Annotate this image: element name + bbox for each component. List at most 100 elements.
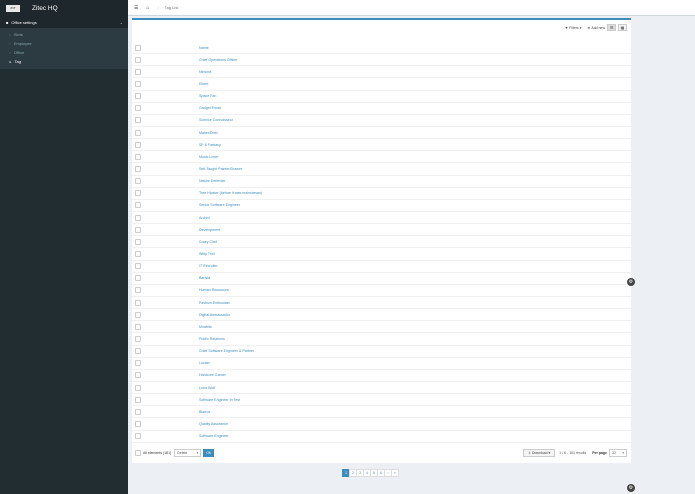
help-float-icon[interactable]: ⚙ (627, 484, 635, 492)
row-checkbox[interactable] (135, 311, 141, 318)
row-checkbox[interactable] (135, 372, 141, 379)
batch-ok-button[interactable]: OK (203, 449, 215, 457)
tag-name-link[interactable]: Science Connoisseur (199, 118, 233, 122)
tag-name-link[interactable]: Mirabila (199, 325, 212, 329)
row-checkbox[interactable] (135, 238, 141, 245)
sidebar-item-slots[interactable]: ○ Slots (0, 30, 128, 39)
row-checkbox[interactable] (135, 80, 141, 87)
home-icon[interactable]: ⌂ (146, 5, 149, 11)
tag-name-link[interactable]: Public Relations (199, 337, 225, 341)
tag-name-link[interactable]: Witty Troll (199, 252, 215, 256)
tag-name-link[interactable]: Archivi (199, 216, 210, 220)
tag-name-link[interactable]: Quality Assurance (199, 422, 228, 426)
download-icon: ⇩ (528, 451, 531, 455)
footer-right: ⇩ Download ▾ 1 / 6 - 181 results Per pag… (523, 449, 627, 457)
tag-name-link[interactable]: Chief Operations Officer (199, 58, 237, 62)
row-checkbox[interactable] (135, 287, 141, 294)
row-checkbox[interactable] (135, 129, 141, 136)
table-row: Self-Taught Painter/Drawer (132, 163, 631, 176)
row-checkbox[interactable] (135, 68, 141, 75)
select-all-checkbox[interactable] (135, 44, 141, 51)
row-checkbox[interactable] (135, 153, 141, 160)
batch-action-select[interactable]: Delete ▾ (174, 449, 202, 457)
tag-name-link[interactable]: Tree Hipster (before it was mainstream) (199, 191, 262, 195)
download-button[interactable]: ⇩ Download ▾ (523, 449, 556, 457)
table-row: Quality Assurance (132, 418, 631, 431)
tag-name-link[interactable]: Maker/Doer (199, 131, 218, 135)
tag-name-link[interactable]: Senior Software Engineer (199, 203, 240, 207)
per-page-select[interactable]: 32 ▾ (609, 449, 627, 457)
row-checkbox[interactable] (135, 420, 141, 427)
tag-name-link[interactable]: Software Engineer (199, 434, 229, 438)
row-checkbox[interactable] (135, 348, 141, 355)
row-checkbox[interactable] (135, 323, 141, 330)
row-checkbox[interactable] (135, 178, 141, 185)
box-tools: ▼ Filters ▾ ⊕ Add new ☰ ▦ (559, 24, 627, 31)
row-checkbox[interactable] (135, 214, 141, 221)
row-checkbox[interactable] (135, 226, 141, 233)
brand-name: Zitec HQ (32, 4, 58, 12)
page-last-button[interactable]: » (391, 469, 399, 477)
row-checkbox[interactable] (135, 165, 141, 172)
tag-name-link[interactable]: Luna Wolf (199, 386, 215, 390)
sidebar-menu-office-settings[interactable]: ■ Office settings ⌄ (0, 16, 128, 28)
table-row: Barista (132, 273, 631, 285)
row-checkbox[interactable] (135, 433, 141, 440)
table-row: Lucian (132, 358, 631, 370)
tag-name-link[interactable]: Digital Ambassador (199, 313, 230, 317)
tag-name-link[interactable]: Elbert (199, 82, 208, 86)
tag-name-link[interactable]: Chief Software Engineer & Partner (199, 349, 254, 353)
tag-name-link[interactable]: Gadget Freak (199, 106, 221, 110)
grid-view-button[interactable]: ▦ (618, 24, 627, 31)
row-checkbox[interactable] (135, 335, 141, 342)
tag-name-link[interactable]: Lucian (199, 361, 210, 365)
tag-name-link[interactable]: Fashion Enthusiast (199, 301, 230, 305)
row-checkbox[interactable] (135, 117, 141, 124)
table-row: Gadget Freak (132, 103, 631, 115)
row-checkbox[interactable] (135, 141, 141, 148)
sidebar-item-tag[interactable]: ➤ Tag (0, 57, 128, 66)
tag-name-link[interactable]: Human Resources (199, 288, 229, 292)
row-checkbox[interactable] (135, 408, 141, 415)
tag-name-link[interactable]: Barista (199, 276, 210, 280)
sidebar-item-employee[interactable]: ○ Employee (0, 39, 128, 48)
row-checkbox[interactable] (135, 56, 141, 63)
tag-name-link[interactable]: IT Recruiter (199, 264, 218, 268)
tag-name-link[interactable]: Nature Defender (199, 179, 226, 183)
hamburger-icon[interactable]: ☰ (134, 5, 138, 11)
brand[interactable]: ZIT Zitec HQ (0, 0, 128, 16)
add-new-button[interactable]: ⊕ Add new (587, 24, 605, 31)
row-checkbox[interactable] (135, 299, 141, 306)
chevron-down-icon: ⌄ (119, 19, 123, 25)
submenu: ○ Slots ○ Employee ○ Office ➤ Tag (0, 28, 128, 69)
table-row: Development (132, 224, 631, 237)
list-view-button[interactable]: ☰ (607, 24, 616, 31)
row-checkbox[interactable] (135, 93, 141, 100)
tag-name-link[interactable]: Self-Taught Painter/Drawer (199, 167, 242, 171)
filters-button[interactable]: ▼ Filters ▾ (565, 24, 582, 31)
row-checkbox[interactable] (135, 105, 141, 112)
tag-name-link[interactable]: Development (199, 228, 220, 232)
all-elements-checkbox[interactable] (135, 450, 141, 456)
tag-name-link[interactable]: Software Engineer In Test (199, 398, 240, 402)
row-checkbox[interactable] (135, 396, 141, 403)
row-checkbox[interactable] (135, 263, 141, 270)
row-checkbox[interactable] (135, 250, 141, 257)
tag-name-link[interactable]: Space Fan (199, 94, 216, 98)
tag-name-link[interactable]: Hardcore Gamer (199, 373, 226, 377)
row-checkbox[interactable] (135, 202, 141, 209)
tag-name-link[interactable]: Bianca (199, 410, 210, 414)
tag-name-link[interactable]: SF & Fantasy (199, 143, 221, 147)
row-checkbox[interactable] (135, 275, 141, 282)
row-checkbox[interactable] (135, 190, 141, 197)
tag-name-link[interactable]: Music Lover (199, 155, 218, 159)
row-checkbox[interactable] (135, 384, 141, 391)
tag-name-link[interactable]: Crazy Chef (199, 240, 217, 244)
tag-name-link[interactable]: Ninsma (199, 70, 211, 74)
sidebar-item-office[interactable]: ○ Office (0, 48, 128, 57)
table-row: Science Connoisseur (132, 115, 631, 127)
row-checkbox[interactable] (135, 360, 141, 367)
column-header-name[interactable]: Name (199, 46, 209, 50)
settings-float-icon[interactable]: ⚙ (627, 278, 635, 286)
circle-icon: ○ (9, 50, 11, 55)
